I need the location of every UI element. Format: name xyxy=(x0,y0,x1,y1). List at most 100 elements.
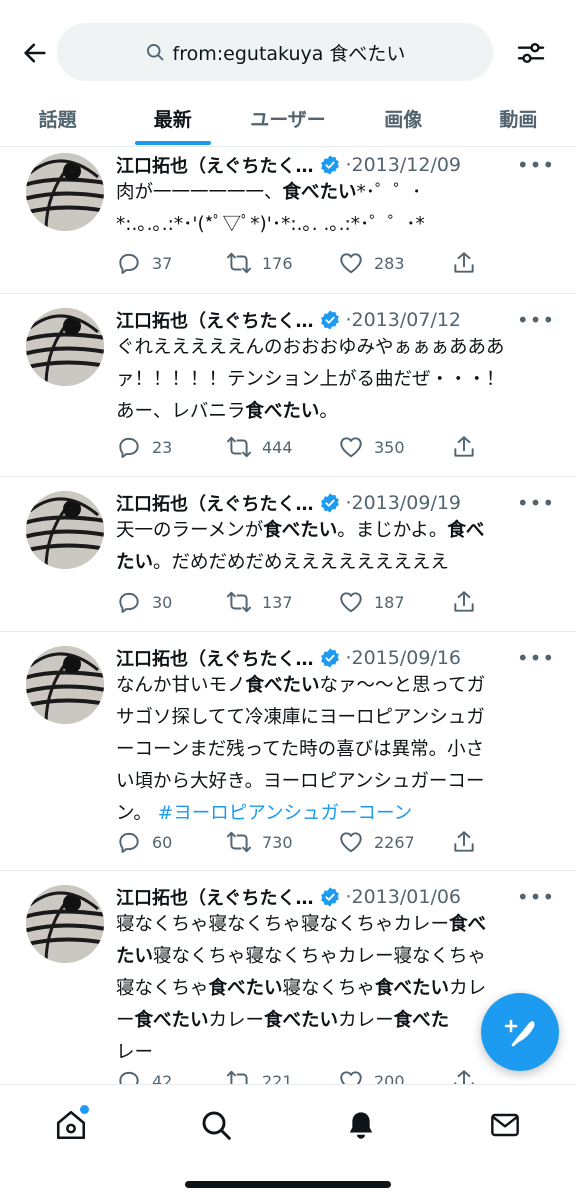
avatar[interactable] xyxy=(26,491,104,569)
reply-button[interactable]: 23 xyxy=(116,432,172,462)
tweet[interactable]: 江口拓也（えぐちたく… ·2013/12/09 ••• 肉が一一一一一一、食べた… xyxy=(0,147,576,294)
tweet-header: 江口拓也（えぐちたく… ·2015/09/16 xyxy=(116,644,461,672)
action-count: 221 xyxy=(262,1071,293,1085)
tweet[interactable]: 江口拓也（えぐちたく… ·2015/09/16 ••• なんか甘いモノ食べたいな… xyxy=(0,632,576,871)
tweet-date[interactable]: ·2013/09/19 xyxy=(345,492,461,514)
action-count: 23 xyxy=(152,437,173,457)
share-button[interactable] xyxy=(451,248,477,278)
nav-notifications[interactable] xyxy=(339,1103,383,1147)
like-button[interactable]: 283 xyxy=(338,248,405,278)
tweet-header: 江口拓也（えぐちたく… ·2013/01/06 xyxy=(116,883,461,911)
tweet-text: 寝なくちゃ寝なくちゃ寝なくちゃカレー食べ たい寝なくちゃ寝なくちゃカレー寝なくちゃ… xyxy=(116,909,546,1069)
tweet-header: 江口拓也（えぐちたく… ·2013/12/09 xyxy=(116,151,461,179)
tab-top[interactable]: 話題 xyxy=(0,90,115,146)
more-options-icon[interactable]: ••• xyxy=(517,308,554,332)
share-button[interactable] xyxy=(451,1066,477,1084)
text-segment: なんか甘いモノ xyxy=(116,675,246,696)
tab-videos[interactable]: 動画 xyxy=(461,90,576,146)
back-button[interactable] xyxy=(18,36,52,70)
share-button[interactable] xyxy=(451,432,477,462)
action-count: 730 xyxy=(262,832,293,852)
text-segment: 。だめだめだめえええええええええ xyxy=(153,552,450,573)
verified-badge-icon xyxy=(319,492,341,514)
like-button[interactable]: 350 xyxy=(338,432,405,462)
avatar[interactable] xyxy=(26,153,104,231)
search-filter-button[interactable] xyxy=(512,34,550,72)
search-query-text: from:egutakuya 食べたい xyxy=(172,42,406,65)
tweet-date[interactable]: ·2013/01/06 xyxy=(345,886,461,908)
retweet-arrows-icon xyxy=(226,250,252,276)
tweet[interactable]: 江口拓也（えぐちたく… ·2013/07/12 ••• ぐれえええええんのおおお… xyxy=(0,294,576,477)
display-name[interactable]: 江口拓也（えぐちたく… xyxy=(116,152,313,178)
tweet-text-line: 寝なくちゃ食べたい寝なくちゃ食べたいカレ xyxy=(116,973,546,1005)
search-input[interactable]: from:egutakuya 食べたい xyxy=(57,23,493,81)
tweet-text-line: 肉が一一一一一一、食べたい*･゜゜･ xyxy=(116,177,546,209)
nav-explore[interactable] xyxy=(194,1103,238,1147)
text-segment: 寝なくちゃ寝なくちゃ寝なくちゃカレー xyxy=(116,914,450,935)
share-upload-icon xyxy=(451,434,477,460)
avatar[interactable] xyxy=(26,308,104,386)
avatar[interactable] xyxy=(26,885,104,963)
tweet-text: 天一のラーメンが食べたい。まじかよ。食べ たい。だめだめだめえええええええええ xyxy=(116,515,546,579)
display-name[interactable]: 江口拓也（えぐちたく… xyxy=(116,307,313,333)
share-button[interactable] xyxy=(451,587,477,617)
retweet-button[interactable]: 137 xyxy=(226,587,293,617)
text-segment: ー xyxy=(116,1010,135,1031)
more-options-icon[interactable]: ••• xyxy=(517,153,554,177)
text-segment: サゴソ探してて冷凍庫にヨーロピアンシュガ xyxy=(116,707,485,728)
tab-photos[interactable]: 画像 xyxy=(346,90,461,146)
verified-badge-icon xyxy=(319,309,341,331)
tab-label: 画像 xyxy=(384,108,423,131)
compose-tweet-button[interactable] xyxy=(481,993,559,1071)
like-button[interactable]: 2267 xyxy=(338,827,415,857)
tweet-actions: 60 730 2267 xyxy=(116,827,476,857)
display-name[interactable]: 江口拓也（えぐちたく… xyxy=(116,884,313,910)
retweet-button[interactable]: 444 xyxy=(226,432,293,462)
nav-messages[interactable] xyxy=(483,1103,527,1147)
tab-people[interactable]: ユーザー xyxy=(230,90,345,146)
action-count: 37 xyxy=(152,253,173,273)
tweet-date[interactable]: ·2013/07/12 xyxy=(345,309,461,331)
retweet-button[interactable]: 176 xyxy=(226,248,293,278)
share-upload-icon xyxy=(451,589,477,615)
tweet-text-line: たい寝なくちゃ寝なくちゃカレー寝なくちゃ xyxy=(116,941,546,973)
more-options-icon[interactable]: ••• xyxy=(517,491,554,515)
search-tabs: 話題 最新 ユーザー 画像 動画 xyxy=(0,90,576,146)
envelope-icon xyxy=(491,1113,519,1137)
like-button[interactable]: 200 xyxy=(338,1066,405,1084)
share-button[interactable] xyxy=(451,827,477,857)
more-options-icon[interactable]: ••• xyxy=(517,646,554,670)
action-count: 30 xyxy=(152,592,173,612)
text-segment: ーコーンまだ残ってた時の喜びは異常。小さ xyxy=(116,739,485,760)
highlighted-term: たい xyxy=(116,946,154,967)
display-name[interactable]: 江口拓也（えぐちたく… xyxy=(116,490,313,516)
highlighted-term: 食べた xyxy=(393,1010,450,1031)
highlighted-term: 食べたい xyxy=(208,978,283,999)
action-count: 444 xyxy=(262,437,293,457)
like-button[interactable]: 187 xyxy=(338,587,405,617)
tweet-text: なんか甘いモノ食べたいなァ〜〜と思ってガ サゴソ探してて冷凍庫にヨーロピアンシュガ… xyxy=(116,670,546,830)
share-upload-icon xyxy=(451,250,477,276)
tweet-date[interactable]: ·2015/09/16 xyxy=(345,647,461,669)
retweet-button[interactable]: 730 xyxy=(226,827,293,857)
reply-button[interactable]: 30 xyxy=(116,587,172,617)
retweet-arrows-icon xyxy=(226,1068,252,1084)
display-name[interactable]: 江口拓也（えぐちたく… xyxy=(116,645,313,671)
tweet-date[interactable]: ·2013/12/09 xyxy=(345,154,461,176)
text-segment: カレー xyxy=(208,1010,265,1031)
nav-home[interactable] xyxy=(49,1103,93,1147)
reply-button[interactable]: 60 xyxy=(116,827,172,857)
text-segment: 肉が一一一一一一、 xyxy=(116,182,283,203)
tweet-text-line: 寝なくちゃ寝なくちゃ寝なくちゃカレー食べ xyxy=(116,909,546,941)
hashtag-link[interactable]: #ヨーロピアンシュガーコーン xyxy=(158,803,412,824)
tweet[interactable]: 江口拓也（えぐちたく… ·2013/09/19 ••• 天一のラーメンが食べたい… xyxy=(0,477,576,632)
reply-button[interactable]: 37 xyxy=(116,248,172,278)
share-upload-icon xyxy=(451,1068,477,1084)
avatar[interactable] xyxy=(26,646,104,724)
reply-button[interactable]: 42 xyxy=(116,1066,172,1084)
more-options-icon[interactable]: ••• xyxy=(517,885,554,909)
tweet-text-line: ぐれえええええんのおおおゆみやぁぁぁあああ xyxy=(116,332,546,364)
tweet-text-line: ン。 #ヨーロピアンシュガーコーン xyxy=(116,798,546,830)
retweet-button[interactable]: 221 xyxy=(226,1066,293,1084)
tab-latest[interactable]: 最新 xyxy=(115,90,230,146)
